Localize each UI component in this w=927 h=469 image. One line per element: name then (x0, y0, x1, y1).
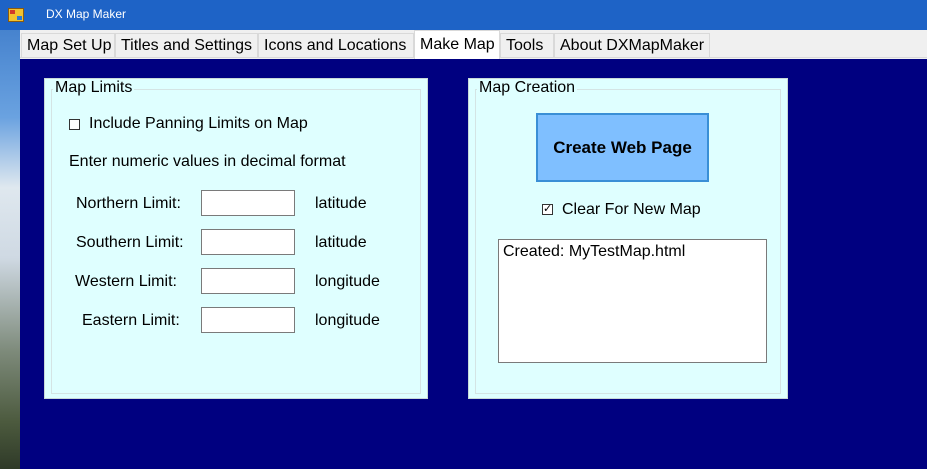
clear-for-new-map-label[interactable]: Clear For New Map (562, 201, 701, 219)
eastern-limit-input[interactable] (201, 307, 295, 333)
app-icon (8, 8, 24, 22)
southern-limit-unit: latitude (315, 234, 367, 251)
map-creation-title: Map Creation (477, 79, 578, 97)
include-panning-label[interactable]: Include Panning Limits on Map (89, 115, 308, 133)
tab-make-map[interactable]: Make Map (414, 30, 500, 59)
northern-limit-label: Northern Limit: (76, 195, 181, 212)
output-text: Created: MyTestMap.html (503, 243, 686, 260)
map-creation-group: Map Creation Create Web Page ✓ Clear For… (468, 78, 788, 399)
instruction-text: Enter numeric values in decimal format (69, 153, 346, 170)
western-limit-unit: longitude (315, 273, 380, 290)
northern-limit-input[interactable] (201, 190, 295, 216)
tab-icons-and-locations[interactable]: Icons and Locations (258, 33, 414, 57)
window-title: DX Map Maker (46, 7, 127, 21)
western-limit-input[interactable] (201, 268, 295, 294)
clear-for-new-map-checkbox[interactable]: ✓ (542, 204, 553, 215)
southern-limit-label: Southern Limit: (76, 234, 184, 251)
desktop-background (0, 0, 20, 469)
title-bar[interactable]: DX Map Maker (0, 0, 927, 30)
output-textbox[interactable]: Created: MyTestMap.html (498, 239, 767, 363)
tab-map-set-up[interactable]: Map Set Up (21, 33, 115, 57)
create-web-page-button[interactable]: Create Web Page (536, 113, 709, 182)
include-panning-checkbox[interactable] (69, 119, 80, 130)
tab-titles-and-settings[interactable]: Titles and Settings (115, 33, 258, 57)
southern-limit-input[interactable] (201, 229, 295, 255)
tab-tools[interactable]: Tools (500, 33, 554, 57)
map-limits-group: Map Limits Include Panning Limits on Map… (44, 78, 428, 399)
map-limits-title: Map Limits (53, 79, 135, 97)
eastern-limit-label: Eastern Limit: (82, 312, 180, 329)
tab-strip: Map Set Up Titles and Settings Icons and… (20, 30, 927, 59)
eastern-limit-unit: longitude (315, 312, 380, 329)
client-area: Map Set Up Titles and Settings Icons and… (20, 30, 927, 469)
northern-limit-unit: latitude (315, 195, 367, 212)
tab-about[interactable]: About DXMapMaker (554, 33, 710, 57)
western-limit-label: Western Limit: (75, 273, 177, 290)
